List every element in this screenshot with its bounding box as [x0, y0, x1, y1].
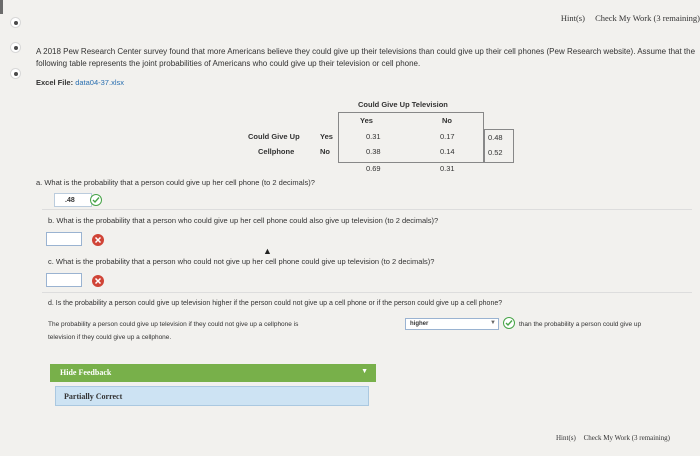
row-header-line1: Could Give Up [248, 132, 300, 141]
header-links: Hint(s) Check My Work (3 remaining) [553, 13, 700, 23]
table-caption: Could Give Up Television [358, 100, 448, 109]
hide-feedback-toggle[interactable]: Hide Feedback ▼ [50, 364, 376, 382]
footer-check-my-work-link[interactable]: Check My Work (3 remaining) [584, 434, 670, 442]
table-body-border [338, 112, 484, 163]
question-d-sentence-part3: television if they could give up a cellp… [48, 334, 172, 341]
problem-statement: A 2018 Pew Research Center survey found … [36, 46, 700, 70]
check-my-work-label: Check My Work [595, 13, 652, 23]
footer-hints-link[interactable]: Hint(s) [556, 434, 576, 442]
incorrect-x-icon [92, 234, 104, 246]
problem-intro-text: A 2018 Pew Research Center survey found … [36, 47, 696, 68]
higher-lower-select[interactable]: higher ▼ [405, 318, 499, 330]
row-label-no: No [320, 147, 330, 156]
footer-remaining-count: (3 remaining) [631, 434, 670, 442]
nav-dot-2[interactable] [10, 42, 21, 53]
caret-icon: ▼ [361, 367, 368, 375]
hide-feedback-label: Hide Feedback [60, 368, 112, 377]
cell-no-no: 0.14 [440, 147, 455, 156]
correct-check-icon [90, 194, 102, 206]
answer-a-input[interactable]: .48 [54, 193, 92, 207]
footer-check-my-work-label: Check My Work [583, 434, 630, 442]
remaining-count: (3 remaining) [653, 13, 700, 23]
feedback-result-panel: Partially Correct [55, 386, 369, 406]
row-label-yes: Yes [320, 132, 333, 141]
excel-file-link[interactable]: data04-37.xlsx [75, 78, 124, 87]
correct-check-icon [503, 317, 515, 329]
question-a-text: a. What is the probability that a person… [36, 178, 315, 187]
divider-c-d [42, 292, 692, 293]
row-total-no: 0.52 [488, 148, 503, 157]
footer-links: Hint(s) Check My Work (3 remaining) [550, 434, 670, 442]
question-d-sentence-part2: than the probability a person could give… [519, 321, 642, 328]
cell-no-yes: 0.38 [366, 147, 381, 156]
row-total-yes: 0.48 [488, 133, 503, 142]
excel-file-line: Excel File: data04-37.xlsx [36, 78, 124, 87]
feedback-result-text: Partially Correct [64, 392, 123, 401]
select-value: higher [410, 321, 429, 327]
chevron-down-icon: ▼ [490, 320, 496, 326]
answer-c-input[interactable] [46, 273, 82, 287]
question-nav-rail [0, 0, 28, 456]
row-header-line2: Cellphone [258, 147, 295, 156]
cell-yes-no: 0.17 [440, 132, 455, 141]
answer-b-input[interactable] [46, 232, 82, 246]
cell-yes-yes: 0.31 [366, 132, 381, 141]
question-b-text: b. What is the probability that a person… [48, 216, 439, 225]
question-d-sentence-part1: The probability a person could give up t… [48, 321, 299, 328]
rail-active-marker [0, 0, 3, 14]
check-my-work-link[interactable]: Check My Work (3 remaining) [595, 13, 700, 23]
col-total-yes: 0.69 [366, 164, 381, 173]
mouse-cursor-icon: ▲ [263, 246, 272, 256]
question-d-text: d. Is the probability a person could giv… [48, 300, 503, 307]
divider-a-b [42, 209, 692, 210]
excel-label: Excel File: [36, 78, 74, 87]
col-total-no: 0.31 [440, 164, 455, 173]
nav-dot-1[interactable] [10, 17, 21, 28]
nav-dot-3[interactable] [10, 68, 21, 79]
question-c-text: c. What is the probability that a person… [48, 257, 435, 266]
incorrect-x-icon [92, 275, 104, 287]
hints-link[interactable]: Hint(s) [561, 13, 585, 23]
